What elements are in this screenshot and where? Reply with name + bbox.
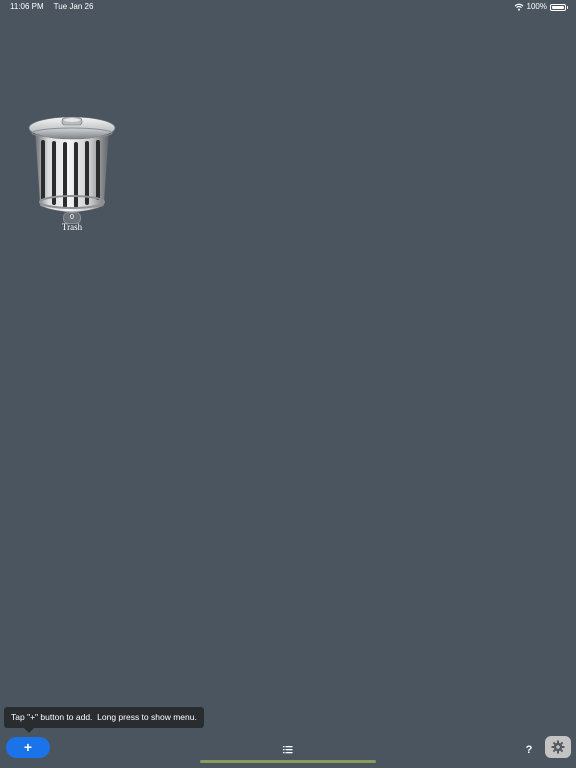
battery-percent: 100% [526, 2, 547, 11]
settings-button[interactable] [545, 736, 571, 758]
battery-icon [550, 3, 568, 11]
add-button[interactable]: + [6, 737, 50, 758]
wifi-icon [514, 3, 524, 11]
gear-icon [551, 740, 565, 754]
trash-count-badge: 0 [63, 212, 81, 224]
list-icon[interactable] [282, 744, 294, 756]
trash-item[interactable]: 0 Trash [22, 112, 122, 232]
trash-can-icon [28, 116, 116, 213]
home-indicator[interactable] [200, 760, 376, 763]
status-date: Tue Jan 26 [53, 2, 94, 11]
help-button[interactable]: ? [522, 742, 536, 758]
status-bar: 11:06 PM Tue Jan 26 100% [0, 0, 576, 14]
status-time: 11:06 PM [10, 2, 44, 11]
add-hint-tooltip: Tap "+" button to add. Long press to sho… [4, 707, 204, 733]
